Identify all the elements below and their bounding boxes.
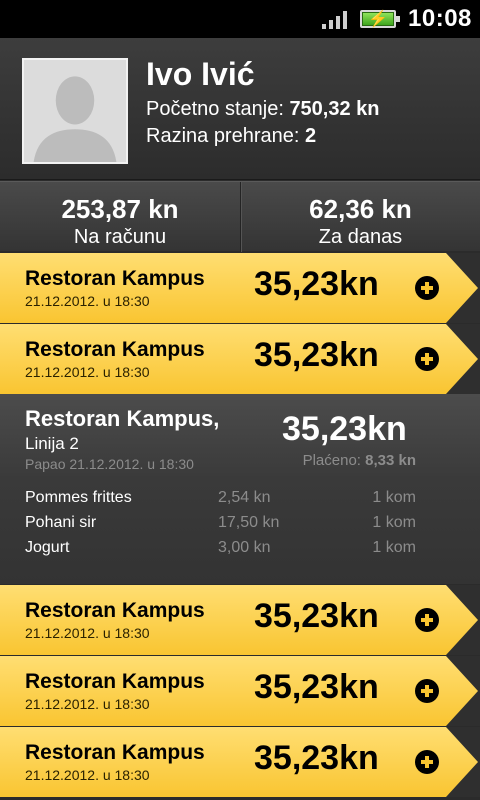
- expanded-amount: 35,23kn: [282, 410, 407, 448]
- expanded-item: Pohani sir 17,50 kn 1 kom: [0, 514, 480, 538]
- transaction-title: Restoran Kampus: [25, 267, 205, 290]
- plus-circle-icon[interactable]: [415, 276, 439, 300]
- item-name: Pommes frittes: [25, 489, 132, 506]
- transaction-title: Restoran Kampus: [25, 741, 205, 764]
- today-balance-label: Za danas: [318, 226, 403, 248]
- transaction-amount: 35,23kn: [254, 265, 379, 303]
- initial-balance: Početno stanje: 750,32 kn: [146, 98, 380, 120]
- item-quantity: 1 kom: [372, 489, 416, 506]
- balance-summary: 253,87 kn Na računu 62,36 kn Za danas: [0, 181, 480, 252]
- profile-name: Ivo Ivić: [146, 56, 255, 92]
- expanded-date: Papao 21.12.2012. u 18:30: [25, 456, 194, 472]
- expanded-item: Pommes frittes 2,54 kn 1 kom: [0, 489, 480, 513]
- item-name: Jogurt: [25, 539, 70, 556]
- expanded-transaction[interactable]: Restoran Kampus, Linija 2 Papao 21.12.20…: [0, 394, 480, 584]
- plus-circle-icon[interactable]: [415, 679, 439, 703]
- transaction-amount: 35,23kn: [254, 668, 379, 706]
- transaction-amount: 35,23kn: [254, 336, 379, 374]
- status-bar: ⚡ 10:08: [0, 0, 480, 38]
- item-price: 2,54 kn: [218, 489, 271, 506]
- meal-level: Razina prehrane: 2: [146, 125, 317, 147]
- transaction-amount: 35,23kn: [254, 597, 379, 635]
- transaction-date: 21.12.2012. u 18:30: [25, 696, 150, 712]
- today-balance-value: 62,36 kn: [309, 194, 412, 224]
- transaction-amount: 35,23kn: [254, 739, 379, 777]
- transaction-row[interactable]: Restoran Kampus 21.12.2012. u 18:30 35,23k…: [0, 727, 480, 797]
- signal-icon: [322, 11, 350, 29]
- plus-circle-icon[interactable]: [415, 750, 439, 774]
- expanded-item: Jogurt 3,00 kn 1 kom: [0, 539, 480, 563]
- transaction-date: 21.12.2012. u 18:30: [25, 293, 150, 309]
- transaction-date: 21.12.2012. u 18:30: [25, 625, 150, 641]
- transaction-row[interactable]: Restoran Kampus 21.12.2012. u 18:30 35,23k…: [0, 253, 480, 323]
- account-balance-label: Na računu: [73, 226, 167, 248]
- account-balance: 253,87 kn Na računu: [0, 182, 240, 252]
- plus-circle-icon[interactable]: [415, 608, 439, 632]
- today-balance: 62,36 kn Za danas: [240, 182, 480, 252]
- transaction-title: Restoran Kampus: [25, 670, 205, 693]
- item-quantity: 1 kom: [372, 539, 416, 556]
- avatar-placeholder-icon: [24, 60, 126, 162]
- battery-charging-icon: ⚡: [360, 10, 400, 28]
- transaction-title: Restoran Kampus: [25, 338, 205, 361]
- item-price: 3,00 kn: [218, 539, 271, 556]
- item-quantity: 1 kom: [372, 514, 416, 531]
- account-balance-value: 253,87 kn: [61, 194, 179, 224]
- avatar[interactable]: [22, 58, 128, 164]
- transaction-title: Restoran Kampus: [25, 599, 205, 622]
- profile-header: Ivo Ivić Početno stanje: 750,32 kn Razin…: [0, 38, 480, 180]
- transaction-date: 21.12.2012. u 18:30: [25, 364, 150, 380]
- expanded-subtitle: Linija 2: [25, 434, 79, 453]
- transaction-row[interactable]: Restoran Kampus 21.12.2012. u 18:30 35,23k…: [0, 324, 480, 394]
- status-clock: 10:08: [408, 5, 472, 32]
- expanded-paid: Plaćeno: 8,33 kn: [302, 452, 416, 469]
- plus-circle-icon[interactable]: [415, 347, 439, 371]
- item-price: 17,50 kn: [218, 514, 280, 531]
- transaction-row[interactable]: Restoran Kampus 21.12.2012. u 18:30 35,23k…: [0, 656, 480, 726]
- transaction-row[interactable]: Restoran Kampus 21.12.2012. u 18:30 35,23k…: [0, 585, 480, 655]
- item-name: Pohani sir: [25, 514, 97, 531]
- expanded-title: Restoran Kampus,: [25, 406, 220, 431]
- transaction-date: 21.12.2012. u 18:30: [25, 767, 150, 783]
